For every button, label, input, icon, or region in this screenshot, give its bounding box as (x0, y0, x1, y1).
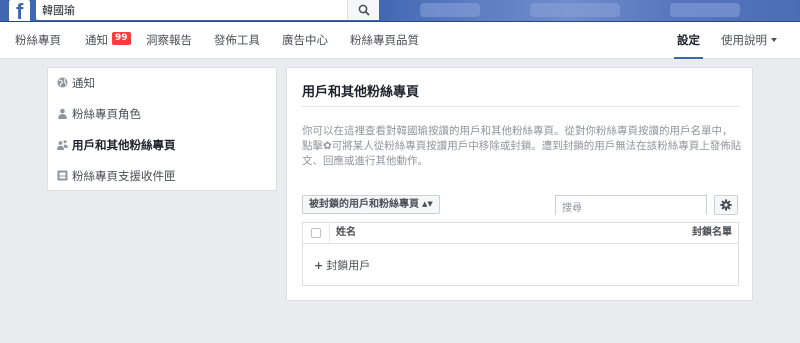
block-user-link[interactable]: + 封鎖用戶 (314, 257, 370, 273)
nav-help[interactable]: 使用說明 (721, 22, 777, 59)
person-icon (58, 108, 67, 119)
settings-sidebar: 通知 粉絲專頁角色 用戶和其他粉絲專頁 粉絲專頁支援收件匣 (47, 67, 277, 191)
divider (302, 106, 739, 107)
select-all-checkbox[interactable] (311, 228, 321, 238)
nav-ad-center[interactable]: 廣告中心 (282, 22, 328, 59)
gear-icon (720, 199, 732, 211)
filter-dropdown[interactable]: 被封鎖的用戶和粉絲專頁 ▲▼ (302, 195, 440, 214)
page-title: 用戶和其他粉絲專頁 (302, 85, 420, 100)
page-nav: 粉絲專頁 通知 99 洞察報告 發佈工具 廣告中心 粉絲專頁品質 設定 使用說明 (0, 22, 800, 59)
nav-settings[interactable]: 設定 (674, 22, 703, 59)
global-search (36, 0, 379, 20)
blocked-people-table: 姓名 封鎖名單 + 封鎖用戶 (302, 222, 739, 286)
top-bar: f (0, 0, 800, 22)
people-and-pages-panel: 用戶和其他粉絲專頁 你可以在這裡查看對韓國瑜按讚的用戶和其他粉絲專頁。從對你粉絲… (286, 67, 753, 301)
description-text: 你可以在這裡查看對韓國瑜按讚的用戶和其他粉絲專頁。從對你粉絲專頁按讚的用戶名單中… (302, 125, 742, 167)
nav-publishing-tools[interactable]: 發佈工具 (214, 22, 260, 59)
nav-page-quality[interactable]: 粉絲專頁品質 (350, 22, 419, 59)
nav-notifications[interactable]: 通知 99 (85, 22, 131, 59)
globe-icon (57, 77, 68, 88)
facebook-logo[interactable]: f (9, 0, 30, 21)
sort-arrows-icon: ▲▼ (422, 200, 433, 208)
settings-gear-button[interactable] (714, 195, 738, 215)
sidebar-item-support-inbox[interactable]: 粉絲專頁支援收件匣 (48, 161, 276, 191)
chevron-down-icon (771, 38, 777, 42)
sidebar-item-page-roles[interactable]: 粉絲專頁角色 (48, 99, 276, 129)
search-button[interactable] (347, 0, 379, 20)
plus-icon: + (314, 259, 324, 272)
column-header-name[interactable]: 姓名 (336, 223, 356, 243)
global-search-input[interactable] (36, 0, 346, 20)
inbox-icon (57, 170, 68, 181)
people-search-input[interactable] (556, 199, 706, 218)
column-header-blocked[interactable]: 封鎖名單 (692, 223, 732, 243)
column-divider (329, 223, 330, 243)
people-search (555, 195, 707, 218)
sidebar-item-notifications[interactable]: 通知 (48, 68, 276, 98)
sidebar-item-people-and-pages[interactable]: 用戶和其他粉絲專頁 (48, 130, 276, 160)
people-icon (57, 140, 68, 150)
search-icon (358, 4, 370, 16)
blurred-user-area (380, 0, 800, 21)
nav-page[interactable]: 粉絲專頁 (15, 22, 61, 59)
nav-insights[interactable]: 洞察報告 (146, 22, 192, 59)
notification-badge: 99 (112, 32, 131, 45)
table-header: 姓名 封鎖名單 (303, 223, 738, 244)
